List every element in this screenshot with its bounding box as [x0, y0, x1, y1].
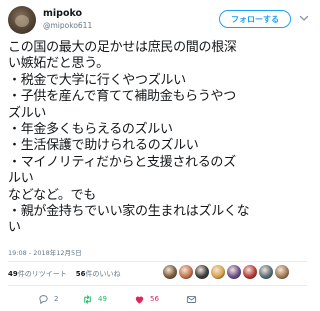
liker-avatar[interactable] [195, 265, 209, 279]
direct-message-button[interactable] [186, 290, 202, 308]
retweet-count[interactable]: 49 [8, 270, 18, 278]
avatar[interactable] [8, 6, 36, 34]
tweet-line: ・税金で大学に行くやつズルい [8, 72, 186, 88]
tweet-header: mipoko @mipoko611 フォローする [0, 0, 315, 36]
like-count[interactable]: 56 [76, 270, 86, 278]
tweet-actions: 2 49 56 [8, 290, 308, 308]
reply-count: 2 [54, 295, 59, 303]
tweet-text: この国の最大の足かせは庶民の間の根深 い嫉妬だと思う。 ・税金で大学に行くやつズ… [8, 40, 308, 237]
tweet-line: ・親が金持ちでいい家の生まれはズルくな [8, 204, 250, 220]
retweet-button[interactable]: 49 [82, 290, 107, 308]
tweet-line: ・年金多くもらえるのズルい [8, 122, 173, 138]
chevron-down-icon[interactable] [298, 12, 310, 24]
tweet-line: い [8, 220, 21, 236]
follow-button[interactable]: フォローする [219, 10, 291, 28]
liker-avatar[interactable] [275, 265, 289, 279]
like-action-count: 56 [150, 295, 159, 303]
user-handle[interactable]: @mipoko611 [43, 21, 92, 30]
display-name[interactable]: mipoko [43, 8, 82, 19]
reply-button[interactable]: 2 [38, 290, 58, 308]
retweet-label[interactable]: 件のリツイート [18, 269, 67, 279]
tweet-line: ・子供を産んで育てて補助金もらうやつ [8, 89, 236, 105]
tweet-timestamp[interactable]: 19:08 - 2018年12月5日 [8, 247, 82, 257]
divider [8, 285, 307, 286]
tweet-line: ズルい [8, 105, 47, 121]
reply-icon [39, 294, 48, 304]
tweet-line: などなど。でも [8, 187, 96, 203]
like-button[interactable]: 56 [134, 290, 159, 308]
tweet-line: この国の最大の足かせは庶民の間の根深 [8, 40, 237, 55]
tweet-stats: 49 件のリツイート 56 件のいいね [8, 266, 130, 282]
liker-avatar[interactable] [163, 265, 177, 279]
tweet-line: ・生活保護で助けられるのズルい [8, 138, 199, 154]
envelope-icon [186, 295, 197, 303]
liker-avatar[interactable] [227, 265, 241, 279]
liker-avatars [163, 265, 291, 279]
heart-icon [135, 296, 144, 304]
retweet-action-count: 49 [98, 295, 107, 303]
divider [8, 261, 307, 262]
like-label[interactable]: 件のいいね [86, 269, 121, 279]
tweet-line: ・マイノリティだからと支援されるのズ [8, 154, 236, 170]
liker-avatar[interactable] [179, 265, 193, 279]
tweet-line: い嫉妬だと思う。 [8, 56, 109, 72]
tweet-line: ルい [8, 171, 34, 187]
liker-avatar[interactable] [211, 265, 225, 279]
liker-avatar[interactable] [259, 265, 273, 279]
liker-avatar[interactable] [243, 265, 257, 279]
retweet-icon [84, 294, 91, 304]
